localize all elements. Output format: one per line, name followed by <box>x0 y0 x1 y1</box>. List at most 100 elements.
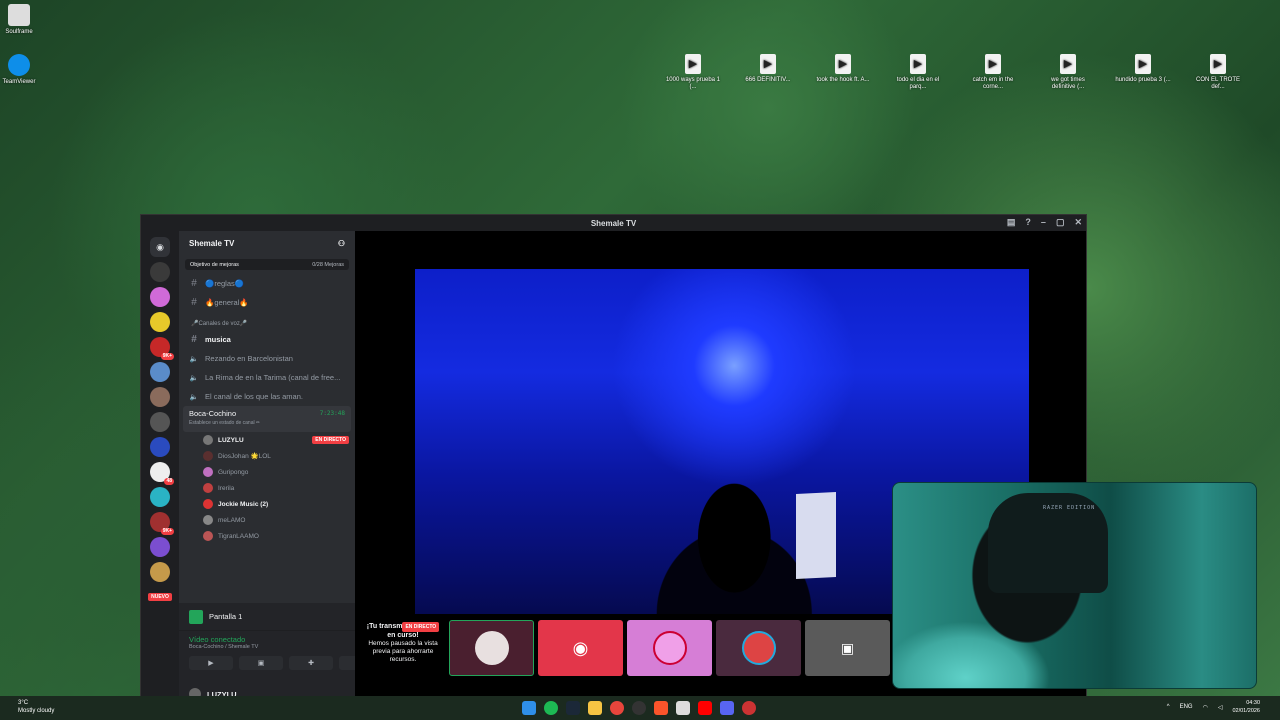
voice-channel[interactable]: 🔈 La Rima de en la Tarima (canal de free.… <box>179 368 355 387</box>
discord-icon[interactable] <box>720 701 734 715</box>
discord-home-icon[interactable]: ◉ <box>150 237 170 257</box>
member-name: Jockie Music (2) <box>218 500 269 508</box>
minimize-button[interactable]: – <box>1041 217 1046 228</box>
avatar <box>741 631 776 665</box>
desktop-icon-soulframe[interactable]: Soulframe <box>0 4 47 36</box>
steam-icon[interactable] <box>566 701 580 715</box>
chevron-up-icon[interactable]: ^ <box>1167 704 1170 710</box>
paused-notice: ¡Tu transm EN DIRECTO en curso! Hemos pau… <box>363 622 443 664</box>
maximize-button[interactable]: ▢ <box>1056 217 1065 228</box>
participant-tile[interactable]: ▣ <box>805 620 890 676</box>
server-icon[interactable] <box>150 537 170 557</box>
member-name: DiosJohan 🌟LOL <box>218 453 271 460</box>
channel-reglas[interactable]: # 🔵reglas🔵 <box>179 274 355 293</box>
voice-member[interactable]: LUZYLU EN DIRECTO <box>179 432 355 448</box>
camera-button[interactable]: ▶ <box>189 656 233 670</box>
language-indicator[interactable]: ENG <box>1180 704 1193 710</box>
voice-member[interactable]: Jockie Music (2) <box>179 496 355 512</box>
weather-widget[interactable]: 3°C Mostly cloudy <box>6 699 54 715</box>
chrome-icon[interactable] <box>610 701 624 715</box>
desktop-icon-label: Soulframe <box>5 29 33 35</box>
active-voice-channel[interactable]: Boca-Cochino Establece un estado de cana… <box>183 406 351 432</box>
desktop-file[interactable]: ▶ 666 DEFINITIV... <box>740 54 796 84</box>
desktop-file[interactable]: ▶ we got times definitive (... <box>1040 54 1096 91</box>
desktop-file[interactable]: ▶ CON EL TROTE def... <box>1190 54 1246 91</box>
voice-member[interactable]: DiosJohan 🌟LOL <box>179 448 355 464</box>
avatar <box>203 499 213 509</box>
youtube-icon[interactable] <box>698 701 712 715</box>
desktop-icon-teamviewer[interactable]: TeamViewer <box>0 54 47 86</box>
server-icon[interactable] <box>150 262 170 282</box>
channel-status[interactable]: Establece un estado de canal ✏ <box>189 420 345 426</box>
guild-header[interactable]: Shemale TV ⚇ <box>179 231 355 255</box>
participant-tile[interactable] <box>449 620 534 676</box>
member-name: meLAMO <box>218 516 246 524</box>
server-icon[interactable] <box>150 312 170 332</box>
channel-general[interactable]: # 🔥general🔥 <box>179 293 355 312</box>
server-icon[interactable]: 48 <box>150 462 174 485</box>
voice-location[interactable]: Boca-Cochino / Shemale TV <box>189 644 383 650</box>
boost-goal[interactable]: Objetivo de mejoras 0/28 Mejoras <box>185 259 349 270</box>
wifi-icon[interactable]: ◠ <box>1203 704 1208 711</box>
time: 04:30 <box>1246 700 1260 706</box>
audio-file-icon: ▶ <box>1135 54 1151 74</box>
app-icon[interactable] <box>676 701 690 715</box>
voice-member[interactable]: meLAMO <box>179 512 355 528</box>
live-badge: EN DIRECTO <box>312 436 349 444</box>
channel-label: 🔵reglas🔵 <box>205 279 245 288</box>
voice-channel[interactable]: 🔈 Rezando en Barcelonistan <box>179 349 355 368</box>
server-icon[interactable] <box>150 437 170 457</box>
participant-tile[interactable] <box>627 620 712 676</box>
taskbar-apps <box>522 701 756 715</box>
call-timer: 7:23:48 <box>319 410 345 417</box>
server-icon[interactable] <box>150 362 170 382</box>
voice-member[interactable]: Irerila <box>179 480 355 496</box>
boost-progress: 0/28 Mejoras <box>312 261 344 268</box>
voice-member[interactable]: TigranLAAMO <box>179 528 355 544</box>
app-icon[interactable] <box>742 701 756 715</box>
channel-label: El canal de los que las aman. <box>205 392 303 401</box>
inbox-icon[interactable]: ▤ <box>1007 217 1016 228</box>
share-screen-button[interactable]: ▣ <box>239 656 283 670</box>
spotify-icon[interactable] <box>544 701 558 715</box>
desktop-file-label: CON EL TROTE def... <box>1195 77 1240 90</box>
member-name: Irerila <box>218 484 235 492</box>
channel-musica[interactable]: # musica <box>179 330 355 349</box>
audio-file-icon: ▶ <box>1060 54 1076 74</box>
server-icon[interactable] <box>150 487 170 507</box>
activities-button[interactable]: ✚ <box>289 656 333 670</box>
desktop-file-label: catch em in the corne... <box>972 77 1014 90</box>
participant-tile[interactable]: ◉ <box>538 620 623 676</box>
desktop-file[interactable]: ▶ hundido prueba 3 (... <box>1115 54 1171 84</box>
guild-name: Shemale TV <box>189 238 235 248</box>
server-icon[interactable]: 9K+ <box>150 337 174 360</box>
desktop-file[interactable]: ▶ 1000 ways prueba 1 (... <box>665 54 721 91</box>
help-icon[interactable]: ? <box>1025 217 1031 228</box>
add-member-icon[interactable]: ⚇ <box>338 239 345 248</box>
server-icon[interactable] <box>150 287 170 307</box>
participant-tile[interactable] <box>716 620 801 676</box>
voice-member[interactable]: Guripongo <box>179 464 355 480</box>
window-titlebar[interactable]: Shemale TV ▤ ? – ▢ ✕ <box>141 215 1086 231</box>
hash-icon: # <box>191 297 197 308</box>
desktop-file[interactable]: ▶ catch em in the corne... <box>965 54 1021 91</box>
explorer-icon[interactable] <box>588 701 602 715</box>
voice-channel[interactable]: 🔈 El canal de los que las aman. <box>179 387 355 406</box>
server-icon[interactable]: 9K+ <box>150 512 174 535</box>
server-icon[interactable] <box>150 387 170 407</box>
desktop-file[interactable]: ▶ took the hook ft. A... <box>815 54 871 84</box>
close-button[interactable]: ✕ <box>1074 217 1082 228</box>
server-icon[interactable] <box>150 562 170 582</box>
server-icon[interactable] <box>150 412 170 432</box>
volume-icon[interactable]: ◁ <box>1218 704 1223 711</box>
clock[interactable]: 04:30 02/01/2026 <box>1232 699 1260 715</box>
category-voice[interactable]: 🎤Canales de voz🎤 <box>179 316 355 330</box>
obs-icon[interactable] <box>632 701 646 715</box>
start-icon[interactable] <box>522 701 536 715</box>
brave-icon[interactable] <box>654 701 668 715</box>
webcam-overlay[interactable]: RAZER EDITION <box>892 482 1257 689</box>
desktop-file-label: 666 DEFINITIV... <box>745 77 791 83</box>
desktop-file[interactable]: ▶ todo el dia en el parq... <box>890 54 946 91</box>
member-name: TigranLAAMO <box>218 532 259 540</box>
channel-label: 🔥general🔥 <box>205 298 249 307</box>
